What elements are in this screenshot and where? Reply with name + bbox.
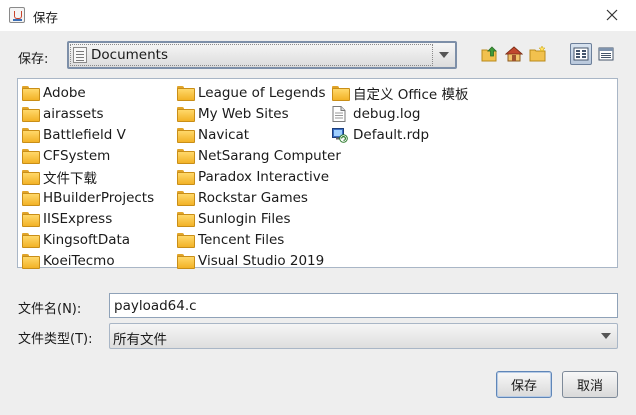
close-button[interactable] [598, 2, 626, 28]
up-folder-icon [481, 46, 497, 62]
filetype-label: 文件类型(T): [18, 332, 93, 347]
documents-icon [73, 47, 87, 63]
file-item-label: Default.rdp [353, 126, 430, 143]
new-folder-button[interactable] [527, 43, 549, 65]
file-item-label: Tencent Files [198, 231, 285, 248]
file-item[interactable]: My Web Sites [177, 103, 341, 124]
folder-icon [177, 232, 195, 248]
details-view-icon [598, 47, 614, 61]
list-view-button[interactable] [570, 43, 592, 65]
file-item[interactable]: 自定义 Office 模板 [332, 82, 469, 103]
file-item[interactable]: KoeiTecmo [22, 250, 154, 271]
filename-label: 文件名(N): [18, 302, 82, 317]
file-item[interactable]: CFSystem [22, 145, 154, 166]
file-item-label: debug.log [353, 105, 421, 122]
file-item[interactable]: debug.log [332, 103, 469, 124]
file-item[interactable]: Paradox Interactive [177, 166, 341, 187]
folder-icon [22, 190, 40, 206]
file-item[interactable]: Rockstar Games [177, 187, 341, 208]
file-item-label: Navicat [198, 126, 250, 143]
file-item[interactable]: Navicat [177, 124, 341, 145]
details-view-button[interactable] [595, 43, 617, 65]
list-view-icon [573, 47, 589, 61]
filetype-value: 所有文件 [113, 332, 167, 348]
folder-icon [22, 148, 40, 164]
folder-icon [177, 253, 195, 269]
home-button[interactable] [503, 43, 525, 65]
file-item-label: IISExpress [43, 210, 113, 227]
file-item-label: Visual Studio 2019 [198, 252, 325, 269]
file-item-label: Sunlogin Files [198, 210, 291, 227]
file-item[interactable]: KingsoftData [22, 229, 154, 250]
folder-icon [22, 85, 40, 101]
window-title: 保存 [33, 10, 59, 25]
title-bar: 保存 [0, 0, 636, 31]
file-item-label: KingsoftData [43, 231, 131, 248]
file-item-label: NetSarang Computer [198, 147, 341, 164]
folder-icon [332, 85, 350, 101]
file-item-label: KoeiTecmo [43, 252, 115, 269]
folder-icon [22, 232, 40, 248]
folder-icon [177, 169, 195, 185]
folder-icon [22, 253, 40, 269]
file-column-3: 自定义 Office 模板 debug.log Default.rdp [332, 82, 469, 145]
lookin-label: 保存: [18, 52, 49, 67]
folder-icon [22, 211, 40, 227]
file-item[interactable]: Default.rdp [332, 124, 469, 145]
close-icon [606, 9, 618, 21]
file-item-label: 自定义 Office 模板 [353, 86, 469, 103]
file-item[interactable]: Sunlogin Files [177, 208, 341, 229]
file-item-label: Paradox Interactive [198, 168, 330, 185]
file-item[interactable]: 文件下载 [22, 166, 154, 187]
folder-icon [22, 106, 40, 122]
file-item-label: HBuilderProjects [43, 189, 155, 206]
file-item[interactable]: Tencent Files [177, 229, 341, 250]
folder-icon [22, 127, 40, 143]
chevron-down-icon[interactable] [435, 45, 453, 65]
file-item-label: My Web Sites [198, 105, 289, 122]
file-item[interactable]: airassets [22, 103, 154, 124]
cancel-button[interactable]: 取消 [562, 371, 618, 398]
file-item-label: Battlefield V [43, 126, 126, 143]
up-one-level-button[interactable] [479, 43, 501, 65]
folder-icon [177, 85, 195, 101]
file-item-label: Rockstar Games [198, 189, 308, 206]
file-item[interactable]: Battlefield V [22, 124, 154, 145]
lookin-value: Documents [91, 47, 168, 63]
file-item[interactable]: Visual Studio 2019 [177, 250, 341, 271]
file-column-1: Adobe airassets Battlefield V CFSystem 文件下载 H… [22, 82, 154, 271]
file-item-label: CFSystem [43, 147, 111, 164]
lookin-combo[interactable]: Documents [67, 41, 457, 69]
text-file-icon [332, 105, 348, 122]
file-item-label: Adobe [43, 84, 86, 101]
home-icon [505, 46, 523, 62]
folder-icon [177, 106, 195, 122]
filetype-combo[interactable]: 所有文件 [109, 323, 618, 349]
folder-icon [177, 148, 195, 164]
file-column-2: League of Legends My Web Sites Navicat NetS… [177, 82, 341, 271]
dialog-body: 保存: Documents Adobe airassets Battlefiel… [0, 31, 636, 415]
save-button[interactable]: 保存 [496, 371, 552, 398]
folder-icon [177, 190, 195, 206]
new-folder-icon [529, 46, 546, 62]
file-item[interactable]: League of Legends [177, 82, 341, 103]
file-item[interactable]: Adobe [22, 82, 154, 103]
folder-icon [177, 127, 195, 143]
file-item[interactable]: HBuilderProjects [22, 187, 154, 208]
file-item-label: airassets [43, 105, 104, 122]
file-item-label: 文件下载 [43, 170, 97, 187]
file-item[interactable]: IISExpress [22, 208, 154, 229]
file-item-label: League of Legends [198, 84, 326, 101]
filename-input[interactable] [109, 293, 618, 318]
java-app-icon [9, 7, 25, 23]
folder-icon [177, 211, 195, 227]
file-item[interactable]: NetSarang Computer [177, 145, 341, 166]
rdp-file-icon [332, 127, 348, 143]
folder-icon [22, 169, 40, 185]
chevron-down-icon[interactable] [597, 326, 615, 346]
file-list[interactable]: Adobe airassets Battlefield V CFSystem 文件下载 H… [17, 78, 618, 271]
